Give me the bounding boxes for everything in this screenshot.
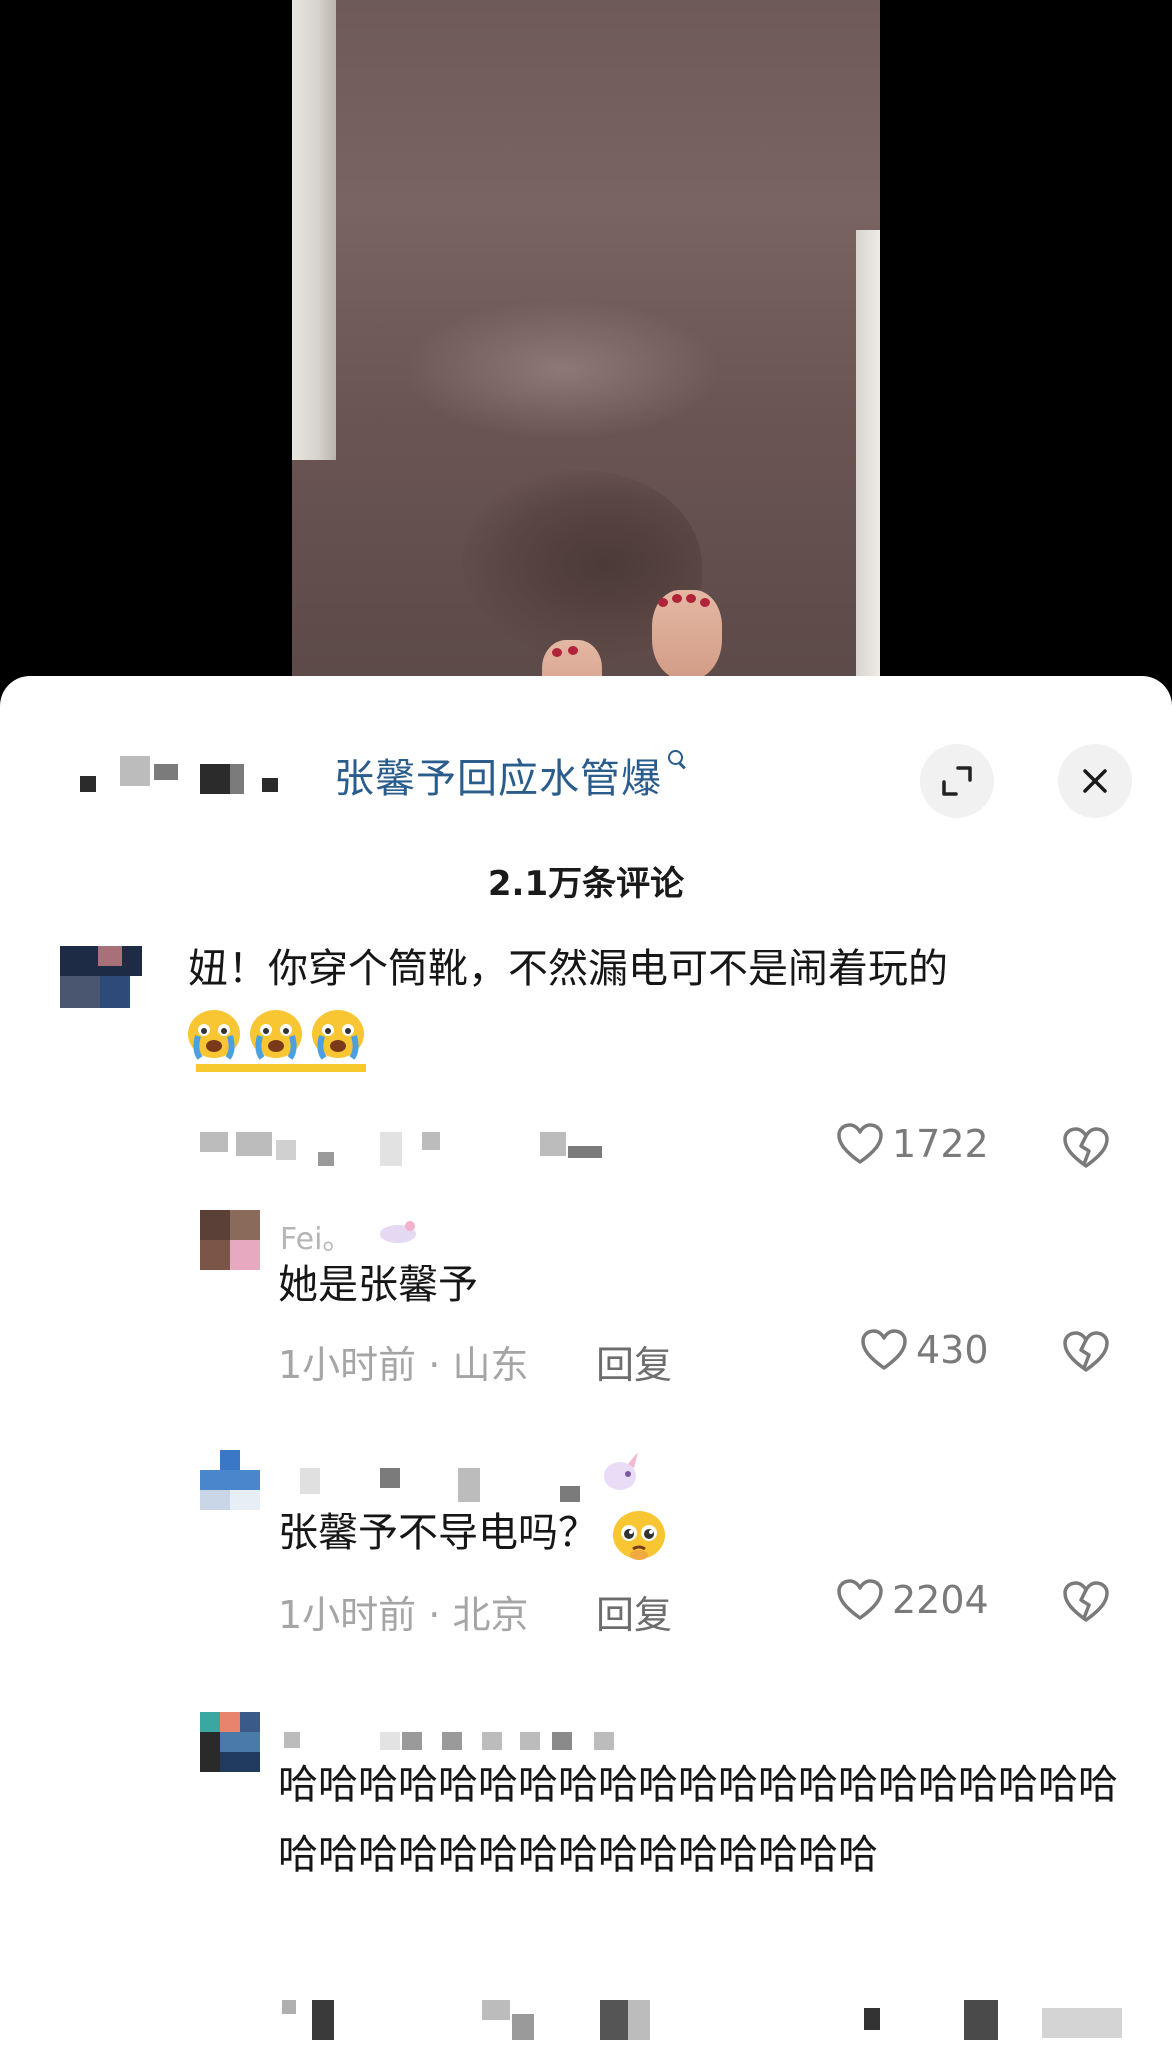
heart-icon xyxy=(837,1579,883,1620)
comments-sheet: 张馨予回应水管爆 2.1万条评论 妞！你穿个筒靴，不然漏电可不是闹着玩的 172… xyxy=(0,676,1172,2072)
like-count: 2204 xyxy=(892,1578,989,1622)
sheet-header: 张馨予回应水管爆 xyxy=(0,706,1172,818)
comment-text: 张馨予不导电吗？ xyxy=(278,1498,667,1568)
close-icon xyxy=(1083,769,1107,793)
floor-sheen xyxy=(402,300,722,440)
avatar[interactable] xyxy=(200,1712,260,1772)
search-suggestion-link[interactable]: 张馨予回应水管爆 xyxy=(334,746,686,804)
search-link-text[interactable]: 张馨予回应水管爆 xyxy=(334,756,662,802)
unicorn-badge-icon xyxy=(380,1221,416,1243)
comment-item: 妞！你穿个筒靴，不然漏电可不是闹着玩的 1722 xyxy=(0,946,1172,1176)
unicorn-badge-icon xyxy=(604,1452,638,1490)
comment-time: 1小时前 xyxy=(278,1593,417,1637)
separator: · xyxy=(416,1593,453,1637)
expand-icon xyxy=(942,766,972,796)
blurred-meta xyxy=(282,2000,1142,2040)
crying-emoji-icon xyxy=(250,1010,302,1060)
like-button[interactable]: 1722 xyxy=(836,1122,989,1166)
search-icon xyxy=(668,750,686,768)
heart-icon xyxy=(861,1329,907,1370)
comment-location: 北京 xyxy=(452,1593,529,1637)
dislike-button[interactable] xyxy=(1062,1126,1110,1174)
dislike-button[interactable] xyxy=(1062,1580,1110,1628)
pleading-emoji-icon xyxy=(612,1511,665,1560)
comment-meta: 1小时前 · 北京 xyxy=(278,1584,528,1639)
comments-count: 2.1万条评论 xyxy=(487,864,685,904)
blurred-meta xyxy=(200,1132,610,1166)
crying-emoji-icon xyxy=(188,1010,240,1060)
video-player[interactable] xyxy=(0,0,1172,700)
comment-time: 1小时前 xyxy=(278,1343,417,1387)
crying-emoji-icon xyxy=(312,1010,364,1060)
like-button[interactable]: 2204 xyxy=(836,1578,989,1622)
comment-text-content: 张馨予不导电吗？ xyxy=(278,1510,598,1556)
door-edge xyxy=(292,0,336,460)
comment-text: 她是张馨予 xyxy=(278,1262,478,1308)
comment-text: 哈哈哈哈哈哈哈哈哈哈哈哈哈哈哈哈哈哈哈哈哈哈哈哈哈哈哈哈哈哈哈哈哈哈哈哈 xyxy=(278,1762,1118,1878)
blurred-username xyxy=(80,756,300,796)
comment-text: 妞！你穿个筒靴，不然漏电可不是闹着玩的 xyxy=(188,946,948,992)
comment-meta: 1小时前 · 山东 xyxy=(278,1334,528,1389)
emoji-row xyxy=(186,1006,386,1072)
blurred-username xyxy=(300,1468,640,1502)
reply-item: 张馨予不导电吗？ 1小时前 · 北京 回复 2204 xyxy=(0,1450,1172,1650)
foot xyxy=(652,590,722,680)
avatar[interactable] xyxy=(200,1210,260,1270)
close-button[interactable] xyxy=(1058,744,1132,818)
avatar[interactable] xyxy=(60,946,142,1008)
comment-location: 山东 xyxy=(452,1343,529,1387)
wall-edge xyxy=(856,230,880,690)
reply-button[interactable]: 回复 xyxy=(596,1584,672,1639)
dislike-button[interactable] xyxy=(1062,1330,1110,1378)
broken-heart-icon xyxy=(1063,1581,1109,1622)
reply-item: Fei。 她是张馨予 1小时前 · 山东 回复 430 xyxy=(0,1210,1172,1410)
like-button[interactable]: 430 xyxy=(860,1328,989,1372)
reply-button[interactable]: 回复 xyxy=(596,1334,672,1389)
broken-heart-icon xyxy=(1063,1127,1109,1168)
video-frame xyxy=(292,0,880,690)
avatar[interactable] xyxy=(200,1450,260,1510)
heart-icon xyxy=(837,1123,883,1164)
reply-item: 哈哈哈哈哈哈哈哈哈哈哈哈哈哈哈哈哈哈哈哈哈哈哈哈哈哈哈哈哈哈哈哈哈哈哈哈 xyxy=(0,1712,1172,2072)
broken-heart-icon xyxy=(1063,1331,1109,1372)
like-count: 1722 xyxy=(892,1122,989,1166)
expand-button[interactable] xyxy=(920,744,994,818)
separator: · xyxy=(416,1343,453,1387)
like-count: 430 xyxy=(916,1328,989,1372)
